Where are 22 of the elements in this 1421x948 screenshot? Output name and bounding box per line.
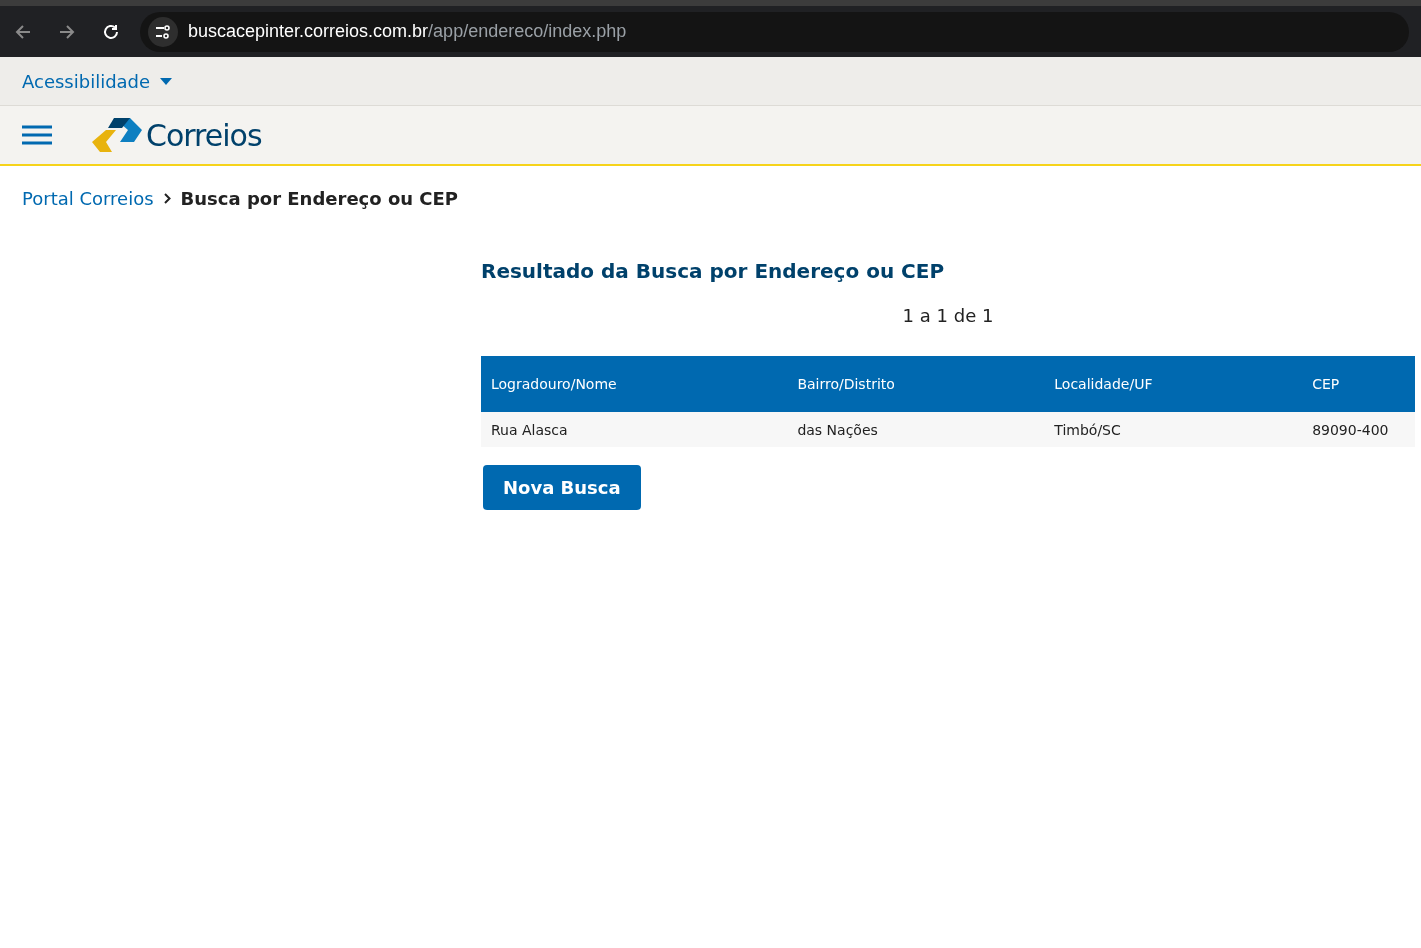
column-header: CEP [1302, 356, 1415, 412]
chevron-icon [163, 193, 171, 204]
table-cell: Rua Alasca [481, 412, 788, 447]
column-header: Logradouro/Nome [481, 356, 788, 412]
column-header: Bairro/Distrito [787, 356, 1045, 412]
site-settings-icon[interactable] [148, 16, 178, 47]
breadcrumb-current: Busca por Endereço ou CEP [180, 188, 459, 209]
accessibility-menu[interactable]: Acessibilidade [22, 70, 173, 92]
url-text: buscacepinter.correios.com.br/app/endereco/index.php [188, 21, 627, 42]
table-cell: das Nações [787, 412, 1045, 447]
breadcrumb-link[interactable]: Portal Correios [22, 188, 154, 209]
table-cell: 89090-400 [1302, 412, 1415, 447]
logo-text: Correios [146, 117, 262, 153]
pagination-text: 1 a 1 de 1 [901, 305, 995, 326]
address-bar[interactable]: buscacepinter.correios.com.br/app/endereco/index.php [140, 11, 1409, 52]
new-search-button[interactable]: Nova Busca [483, 465, 641, 510]
table-cell: Timbó/SC [1044, 412, 1303, 447]
caret-icon [160, 77, 173, 85]
logo-icon [92, 116, 144, 154]
column-header: Localidade/UF [1044, 356, 1303, 412]
menu-icon[interactable] [22, 125, 52, 145]
result-title: Resultado da Busca por Endereço ou CEP [481, 259, 946, 283]
